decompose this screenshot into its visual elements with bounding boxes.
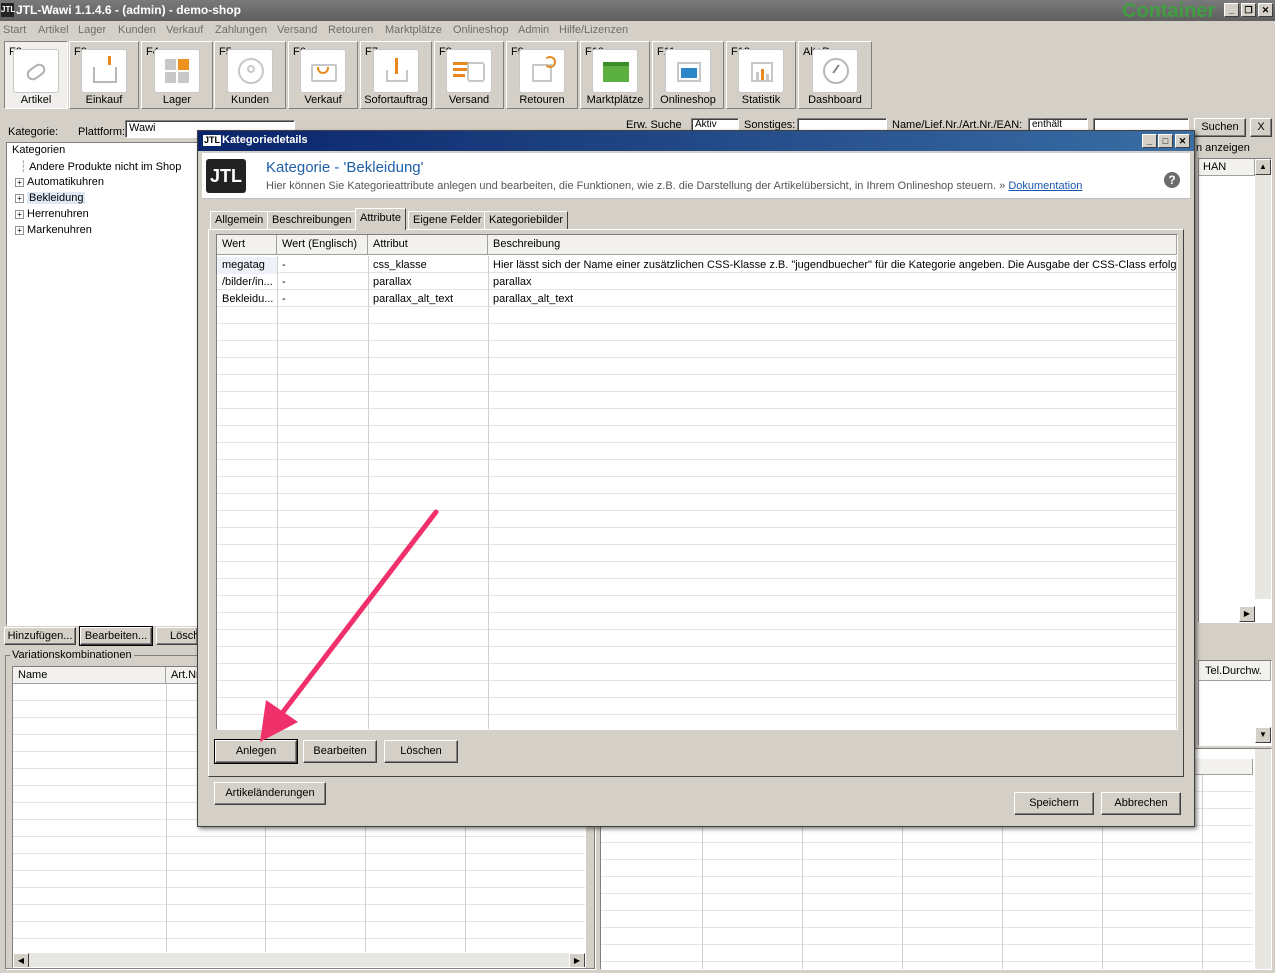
annotation-arrow [260, 509, 439, 742]
arrow-head [260, 700, 298, 742]
arrow-shaft [280, 509, 439, 715]
tab-attribute[interactable]: Attribute [355, 208, 406, 230]
